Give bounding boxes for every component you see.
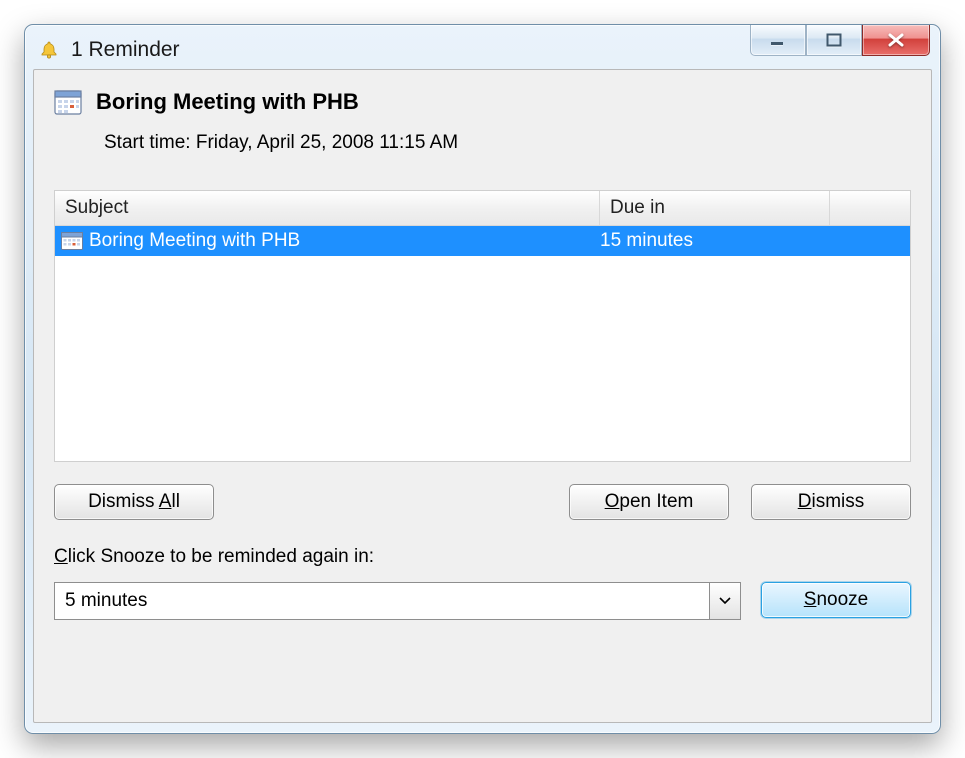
item-subject: Boring Meeting with PHB [89,230,300,252]
snooze-button[interactable]: Snooze [761,582,911,618]
snooze-label: Click Snooze to be reminded again in: [54,546,911,568]
open-item-button[interactable]: Open Item [569,484,729,520]
reminder-header: Boring Meeting with PHB [54,88,911,116]
window-controls [750,25,930,56]
maximize-button[interactable] [806,25,862,56]
reminder-start-time: Start time: Friday, April 25, 2008 11:15… [104,132,911,154]
list-item[interactable]: Boring Meeting with PHB 15 minutes [55,226,910,256]
reminder-title: Boring Meeting with PHB [96,89,359,115]
minimize-button[interactable] [750,25,806,56]
dismiss-all-button[interactable]: Dismiss All [54,484,214,520]
dismiss-button[interactable]: Dismiss [751,484,911,520]
content-panel: Boring Meeting with PHB Start time: Frid… [33,69,932,723]
start-label: Start time: [104,132,191,153]
item-due: 15 minutes [600,230,830,252]
col-subject[interactable]: Subject [55,191,600,225]
chevron-down-icon[interactable] [709,583,740,619]
calendar-icon [54,88,82,116]
calendar-icon [61,232,83,250]
reminder-window: 1 Reminder [24,24,941,734]
snooze-interval-dropdown[interactable]: 5 minutes [54,582,741,620]
button-row: Dismiss All Open Item Dismiss [54,484,911,520]
bell-icon [39,40,59,60]
start-value: Friday, April 25, 2008 11:15 AM [196,132,458,153]
snooze-row: 5 minutes Snooze [54,582,911,620]
close-button[interactable] [862,25,930,56]
col-due[interactable]: Due in [600,191,830,225]
col-spare[interactable] [830,191,910,225]
list-header: Subject Due in [55,191,910,226]
snooze-interval-value: 5 minutes [55,590,709,612]
window-title: 1 Reminder [71,38,180,62]
reminder-list: Subject Due in [54,190,911,462]
list-body: Boring Meeting with PHB 15 minutes [55,226,910,461]
